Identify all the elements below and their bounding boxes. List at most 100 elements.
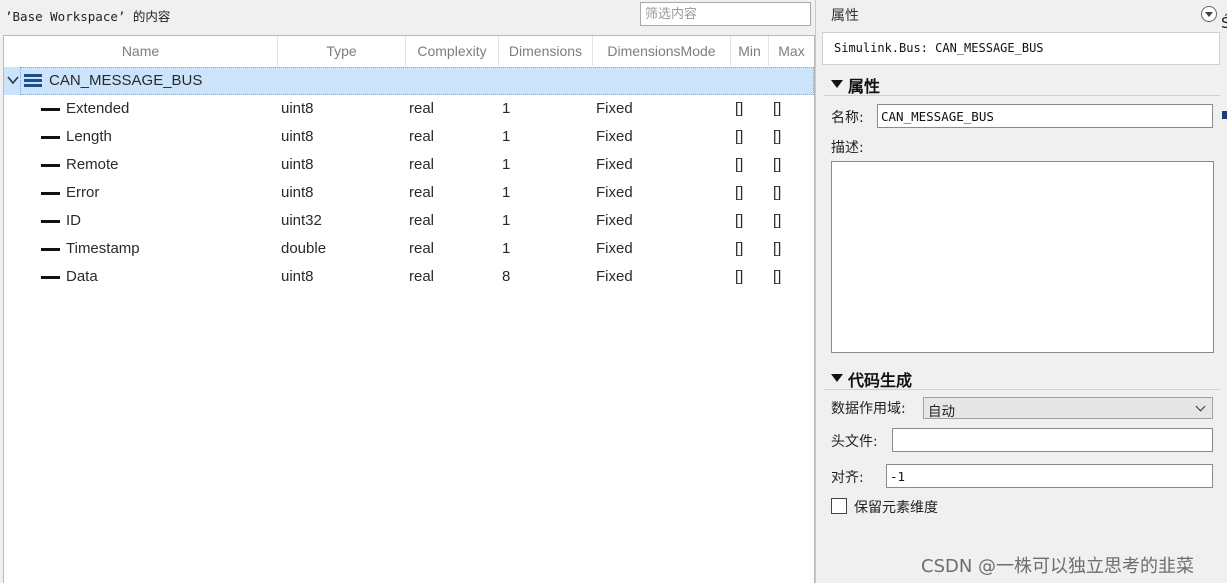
description-field[interactable]	[831, 161, 1214, 353]
cell-type: uint32	[281, 212, 322, 229]
property-inspector: 属性 Ś Simulink.Bus: CAN_MESSAGE_BUS 属性 名称…	[815, 0, 1227, 583]
filter-input[interactable]	[640, 2, 811, 26]
data-scope-label: 数据作用域:	[831, 401, 906, 417]
name-field[interactable]	[877, 104, 1213, 128]
column-header-type[interactable]: Type	[278, 36, 406, 66]
tree-row-root[interactable]: CAN_MESSAGE_BUS	[4, 67, 814, 95]
cell-name: Length	[66, 128, 112, 145]
cell-dimensions: 1	[502, 184, 511, 201]
cell-max: []	[773, 100, 782, 117]
clipped-edge-marker	[1222, 111, 1227, 119]
name-label: 名称:	[831, 110, 864, 126]
object-label-box: Simulink.Bus: CAN_MESSAGE_BUS	[822, 32, 1220, 65]
cell-name: Timestamp	[66, 240, 140, 257]
collapse-icon[interactable]	[1201, 6, 1217, 22]
cell-type: uint8	[281, 128, 314, 145]
element-icon	[41, 164, 60, 167]
section-code-generation-label: 代码生成	[848, 371, 913, 390]
cell-type: uint8	[281, 184, 314, 201]
cell-dimensions-mode: Fixed	[596, 184, 633, 201]
clipped-edge-glyph: Ś	[1221, 14, 1227, 32]
element-icon	[41, 220, 60, 223]
section-attributes[interactable]: 属性	[824, 72, 1220, 96]
cell-dimensions-mode: Fixed	[596, 128, 633, 145]
column-header-dimensions[interactable]: Dimensions	[499, 36, 593, 66]
watermark: CSDN @一株可以独立思考的韭菜	[921, 556, 1195, 577]
cell-name: Extended	[66, 100, 130, 117]
preserve-dimensions-checkbox[interactable]	[831, 498, 847, 514]
header-file-field[interactable]	[892, 428, 1213, 452]
element-icon	[41, 136, 60, 139]
triangle-down-icon[interactable]	[831, 80, 843, 88]
tree-row[interactable]: Timestamp double real 1 Fixed [] []	[4, 235, 814, 263]
cell-name: ID	[66, 212, 81, 229]
column-header-complexity[interactable]: Complexity	[406, 36, 499, 66]
cell-name: Remote	[66, 156, 119, 173]
workspace-contents-pane: ’Base Workspace’ 的内容 Name Type Complexit…	[0, 0, 815, 583]
cell-type: uint8	[281, 268, 314, 285]
section-code-generation[interactable]: 代码生成	[824, 366, 1220, 390]
cell-max: []	[773, 128, 782, 145]
cell-min: []	[735, 128, 744, 145]
column-header-min[interactable]: Min	[731, 36, 769, 66]
cell-dimensions: 1	[502, 128, 511, 145]
cell-complexity: real	[409, 184, 435, 201]
element-icon	[41, 276, 60, 279]
bus-icon	[24, 74, 42, 87]
property-inspector-title: 属性	[831, 8, 859, 24]
alignment-field[interactable]	[886, 464, 1213, 488]
column-header-dimensions-mode[interactable]: DimensionsMode	[593, 36, 731, 66]
alignment-label: 对齐:	[831, 470, 864, 486]
chevron-down-icon[interactable]	[7, 74, 19, 86]
cell-dimensions-mode: Fixed	[596, 240, 633, 257]
cell-min: []	[735, 184, 744, 201]
cell-min: []	[735, 156, 744, 173]
cell-dimensions: 1	[502, 100, 511, 117]
section-attributes-label: 属性	[848, 77, 881, 96]
element-icon	[41, 192, 60, 195]
column-header-max[interactable]: Max	[769, 36, 814, 66]
cell-name: Data	[66, 268, 98, 285]
tree-row[interactable]: Extended uint8 real 1 Fixed [] []	[4, 95, 814, 123]
triangle-down-icon[interactable]	[831, 374, 843, 382]
cell-complexity: real	[409, 212, 435, 229]
element-icon	[41, 108, 60, 111]
element-icon	[41, 248, 60, 251]
workspace-title: ’Base Workspace’ 的内容	[5, 9, 171, 24]
cell-min: []	[735, 240, 744, 257]
tree-row[interactable]: Data uint8 real 8 Fixed [] []	[4, 263, 814, 291]
cell-complexity: real	[409, 268, 435, 285]
data-scope-select[interactable]: 自动	[923, 397, 1213, 420]
cell-dimensions-mode: Fixed	[596, 212, 633, 229]
tree-row-name: CAN_MESSAGE_BUS	[49, 72, 203, 89]
preserve-dimensions-label: 保留元素维度	[854, 500, 938, 516]
cell-dimensions-mode: Fixed	[596, 100, 633, 117]
header-file-label: 头文件:	[831, 434, 878, 450]
cell-min: []	[735, 268, 744, 285]
tree-row[interactable]: Length uint8 real 1 Fixed [] []	[4, 123, 814, 151]
cell-complexity: real	[409, 128, 435, 145]
cell-dimensions: 8	[502, 268, 511, 285]
cell-complexity: real	[409, 100, 435, 117]
cell-max: []	[773, 156, 782, 173]
cell-dimensions-mode: Fixed	[596, 268, 633, 285]
cell-min: []	[735, 212, 744, 229]
cell-min: []	[735, 100, 744, 117]
cell-type: uint8	[281, 100, 314, 117]
tree-row[interactable]: ID uint32 real 1 Fixed [] []	[4, 207, 814, 235]
cell-max: []	[773, 212, 782, 229]
data-scope-value: 自动	[928, 404, 955, 420]
object-label: Simulink.Bus: CAN_MESSAGE_BUS	[834, 41, 1044, 55]
cell-name: Error	[66, 184, 100, 201]
cell-type: double	[281, 240, 327, 257]
cell-dimensions: 1	[502, 212, 511, 229]
cell-dimensions: 1	[502, 156, 511, 173]
tree-row[interactable]: Error uint8 real 1 Fixed [] []	[4, 179, 814, 207]
bus-tree-table: Name Type Complexity Dimensions Dimensio…	[3, 35, 815, 583]
tree-row[interactable]: Remote uint8 real 1 Fixed [] []	[4, 151, 814, 179]
workspace-header: ’Base Workspace’ 的内容	[0, 0, 815, 30]
cell-dimensions: 1	[502, 240, 511, 257]
cell-max: []	[773, 268, 782, 285]
cell-max: []	[773, 240, 782, 257]
column-header-name[interactable]: Name	[4, 36, 278, 66]
